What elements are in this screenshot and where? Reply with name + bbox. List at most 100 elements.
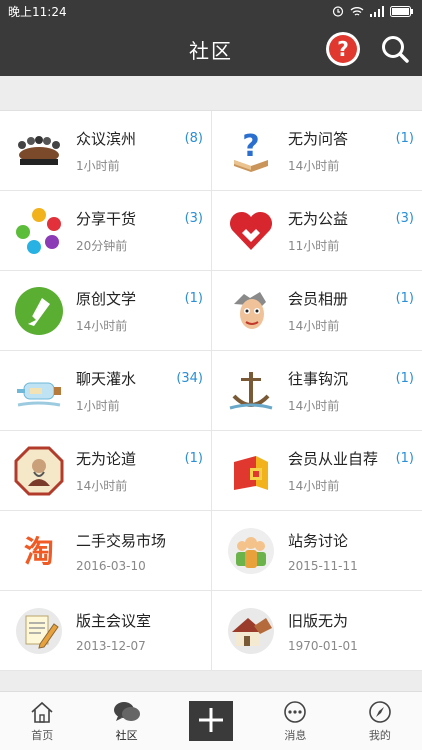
tab-home[interactable]: 首页 — [0, 692, 84, 750]
tab-community[interactable]: 社区 — [84, 692, 168, 750]
board-time: 20分钟前 — [76, 239, 128, 253]
search-button[interactable] — [380, 34, 410, 64]
board-item[interactable]: 站务讨论 2015-11-11 — [211, 511, 422, 591]
question-icon: ? — [226, 126, 276, 176]
board-row: 分享干货 20分钟前 (3) 无为公益 11小时前 (3) — [0, 191, 422, 271]
tab-mine[interactable]: 我的 — [338, 692, 422, 750]
board-count: (34) — [176, 371, 203, 386]
wifi-icon — [350, 6, 364, 16]
board-count: (1) — [184, 451, 203, 466]
board-item[interactable]: 会员从业自荐 14小时前 (1) — [211, 431, 422, 511]
alarm-icon — [332, 6, 344, 17]
people-icon — [226, 526, 276, 576]
board-name: 聊天灌水 — [76, 370, 137, 388]
board-item[interactable]: 无为论道 14小时前 (1) — [0, 431, 211, 511]
philosophy-icon — [14, 446, 64, 496]
board-item[interactable]: 往事钩沉 14小时前 (1) — [211, 351, 422, 431]
board-time: 14小时前 — [288, 319, 340, 333]
board-count: (1) — [395, 131, 414, 146]
board-item[interactable]: ? 无为问答 14小时前 (1) — [211, 111, 422, 191]
message-icon — [284, 700, 307, 723]
board-item[interactable]: 版主会议室 2013-12-07 — [0, 591, 211, 671]
board-item[interactable]: 聊天灌水 1小时前 (34) — [0, 351, 211, 431]
signal-icon — [370, 5, 384, 17]
post-button[interactable] — [189, 701, 234, 741]
compass-icon — [369, 700, 391, 723]
board-time: 14小时前 — [288, 159, 340, 173]
anchor-icon — [226, 366, 276, 416]
board-name: 众议滨州 — [76, 130, 137, 148]
board-item[interactable]: 淘 二手交易市场 2016-03-10 — [0, 511, 211, 591]
tab-label: 首页 — [31, 728, 54, 742]
board-name: 二手交易市场 — [76, 531, 167, 550]
board-row: 版主会议室 2013-12-07 旧版无为 1970-01-01 — [0, 591, 422, 671]
board-row: 淘 二手交易市场 2016-03-10 站务讨论 2015-11-11 — [0, 511, 422, 591]
board-name: 无为公益 — [288, 210, 349, 228]
top-bar: 社区 ? — [0, 22, 422, 76]
charity-icon — [226, 206, 276, 256]
literature-icon — [14, 286, 64, 336]
board-count: (8) — [184, 131, 203, 146]
board-name: 旧版无为 — [288, 611, 349, 630]
board-row: 聊天灌水 1小时前 (34) 往事钩沉 14小时前 (1) — [0, 351, 422, 431]
board-time: 14小时前 — [288, 479, 340, 493]
board-time: 14小时前 — [288, 399, 340, 413]
board-time: 1小时前 — [76, 399, 120, 413]
board-time: 14小时前 — [76, 479, 128, 493]
board-name: 分享干货 — [76, 210, 137, 228]
tab-messages[interactable]: 消息 — [253, 692, 337, 750]
svg-text:?: ? — [337, 37, 349, 61]
taobao-icon: 淘 — [14, 526, 64, 576]
bottom-tab-bar: 首页 社区 消息 我的 — [0, 691, 422, 750]
help-button[interactable]: ? — [326, 32, 360, 66]
tab-label: 消息 — [284, 728, 307, 742]
notepad-icon — [14, 606, 64, 656]
board-item[interactable]: 众议滨州 1小时前 (8) — [0, 111, 211, 191]
board-time: 2016-03-10 — [76, 558, 146, 573]
meeting-icon — [14, 126, 64, 176]
board-name: 会员相册 — [288, 290, 349, 308]
board-name: 无为论道 — [76, 450, 137, 468]
battery-icon — [390, 5, 413, 17]
board-time: 2013-12-07 — [76, 638, 146, 653]
plus-icon — [199, 707, 224, 732]
status-bar: 晚上11:24 — [0, 0, 422, 22]
tab-label: 社区 — [115, 728, 138, 742]
board-name: 原创文学 — [76, 290, 137, 308]
board-row: 无为论道 14小时前 (1) 会员从业自荐 14小时前 (1) — [0, 431, 422, 511]
page-title: 社区 — [189, 38, 233, 63]
home-icon — [31, 701, 53, 723]
board-row: 原创文学 14小时前 (1) 会员相册 14小时前 (1) — [0, 271, 422, 351]
board-time: 1970-01-01 — [288, 638, 358, 653]
board-row: 众议滨州 1小时前 (8) ? 无为问答 14小时前 (1) — [0, 111, 422, 191]
house-icon — [226, 606, 276, 656]
board-time: 14小时前 — [76, 319, 128, 333]
board-item[interactable]: 会员相册 14小时前 (1) — [211, 271, 422, 351]
board-count: (1) — [395, 291, 414, 306]
board-item[interactable]: 旧版无为 1970-01-01 — [211, 591, 422, 671]
spacer — [0, 76, 422, 110]
board-item[interactable]: 无为公益 11小时前 (3) — [211, 191, 422, 271]
board-name: 往事钩沉 — [288, 370, 349, 388]
chat-bubbles-icon — [113, 701, 140, 721]
board-time: 1小时前 — [76, 159, 120, 173]
board-name: 站务讨论 — [288, 531, 349, 550]
board-grid: 众议滨州 1小时前 (8) ? 无为问答 14小时前 (1) 分享干货 20分钟… — [0, 110, 422, 671]
board-time: 11小时前 — [288, 239, 340, 253]
board-name: 无为问答 — [288, 130, 349, 148]
board-item[interactable]: 原创文学 14小时前 (1) — [0, 271, 211, 351]
board-count: (1) — [395, 371, 414, 386]
board-count: (3) — [184, 211, 203, 226]
bottle-icon — [14, 366, 64, 416]
board-count: (1) — [184, 291, 203, 306]
board-name: 会员从业自荐 — [288, 450, 379, 468]
search-icon — [382, 36, 409, 63]
tab-post[interactable] — [169, 692, 253, 750]
svg-text:淘: 淘 — [24, 535, 54, 570]
status-icons — [332, 5, 414, 17]
board-item[interactable]: 分享干货 20分钟前 (3) — [0, 191, 211, 271]
tab-label: 我的 — [368, 728, 391, 742]
question-mark-icon: ? — [329, 35, 357, 63]
career-icon — [226, 446, 276, 496]
board-name: 版主会议室 — [76, 611, 152, 630]
